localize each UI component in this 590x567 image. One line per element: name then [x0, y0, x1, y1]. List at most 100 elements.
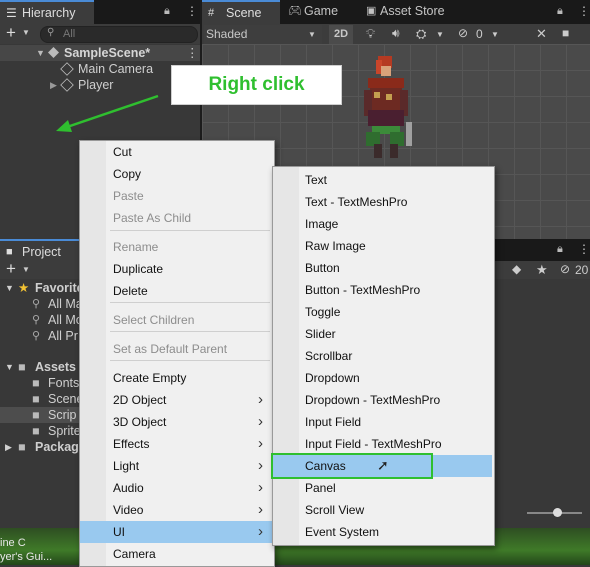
chevron-down-icon[interactable]: ▼ [22, 265, 30, 274]
context-menu-item[interactable]: Light › [80, 455, 272, 477]
lock-icon[interactable]: 🔒︎ [557, 5, 563, 18]
hierarchy-list-icon: ☰ [6, 6, 17, 20]
star-filter-icon[interactable]: ★ [536, 262, 548, 278]
slider-thumb[interactable] [553, 508, 562, 517]
folder-label: Fonts [48, 376, 80, 390]
ui-submenu-item[interactable]: Canvas [271, 453, 433, 479]
ui-submenu-item[interactable]: Dropdown - TextMeshPro [273, 389, 492, 411]
tab-label: Asset Store [380, 4, 445, 18]
hidden-packages-icon[interactable]: ⊘ [560, 262, 570, 276]
ui-submenu-item[interactable]: Text [273, 169, 492, 191]
shading-mode-dropdown[interactable]: Shaded ▼ [204, 25, 322, 44]
hierarchy-search-input[interactable]: ⚲ All [40, 26, 198, 43]
context-menu-item[interactable]: 3D Object › [80, 411, 272, 433]
menu-item-label: Panel [305, 481, 336, 495]
more-options-icon[interactable]: ⋮ [578, 242, 590, 256]
lock-icon[interactable]: 🔒︎ [164, 5, 170, 18]
ui-submenu: Text Text - TextMeshPro Image Raw Image Butt… [271, 166, 495, 546]
ui-submenu-item[interactable]: Text - TextMeshPro [273, 191, 492, 213]
ui-submenu-item[interactable]: Scrollbar [273, 345, 492, 367]
shading-mode-value: Shaded [206, 27, 248, 41]
ui-submenu-item[interactable]: Image [273, 213, 492, 235]
ui-submenu-item[interactable]: Button [273, 257, 492, 279]
audio-icon[interactable]: 🔊︎ [392, 26, 400, 41]
expand-arrow-icon: ▶ [5, 442, 12, 452]
menu-item-label: Dropdown [305, 371, 360, 385]
ui-submenu-item[interactable]: Raw Image [273, 235, 492, 257]
tab-asset-store[interactable]: ▣ Asset Store [360, 0, 460, 22]
menu-item-label: Text [305, 173, 328, 187]
more-options-icon[interactable]: ⋮ [578, 4, 590, 18]
hierarchy-item-player[interactable]: ▶ Player [0, 77, 200, 93]
player-sprite[interactable] [346, 52, 426, 162]
menu-item-label: Select Children [113, 313, 195, 327]
context-menu-item: Paste As Child [80, 207, 272, 229]
folder-icon: ■ [18, 440, 26, 454]
menu-item-label: Raw Image [305, 239, 366, 253]
chevron-down-icon[interactable]: ▼ [436, 30, 444, 39]
add-icon[interactable]: + [6, 23, 16, 43]
ui-submenu-item[interactable]: Input Field [273, 411, 492, 433]
context-menu: Cut Copy Paste Paste As Child Rename Duplicat… [79, 140, 275, 567]
folder-icon: ■ [32, 376, 40, 390]
star-icon: ★ [18, 281, 30, 295]
menu-item-label: Rename [113, 240, 159, 254]
ui-submenu-item[interactable]: Toggle [273, 301, 492, 323]
ui-submenu-item[interactable]: Button - TextMeshPro [273, 279, 492, 301]
tab-hierarchy[interactable]: ☰ Hierarchy [0, 0, 94, 24]
menu-item-label: Paste [113, 189, 144, 203]
ui-submenu-item[interactable]: Event System [273, 521, 492, 543]
menu-item-label: Duplicate [113, 262, 164, 276]
tab-game[interactable]: 🎮︎ Game [282, 0, 360, 22]
menu-item-label: Scroll View [305, 503, 365, 517]
hidden-objects-icon[interactable]: ⊘ [458, 26, 468, 40]
lock-icon[interactable]: 🔒︎ [557, 243, 563, 256]
ui-submenu-item[interactable]: Dropdown [273, 367, 492, 389]
context-menu-item[interactable]: Camera [80, 543, 272, 565]
chevron-down-icon[interactable]: ▼ [491, 30, 499, 39]
context-menu-item[interactable]: Cut [80, 141, 272, 163]
ui-submenu-item[interactable]: Slider [273, 323, 492, 345]
menu-item-label: Input Field - TextMeshPro [305, 437, 442, 451]
menu-item-label: Button [305, 261, 340, 275]
more-options-icon[interactable]: ⋮ [186, 4, 198, 18]
scene-row[interactable]: ▼ SampleScene* ⋮ [0, 45, 200, 61]
ui-submenu-item[interactable]: Scroll View [273, 499, 492, 521]
context-menu-item[interactable]: Create Empty [80, 367, 272, 389]
context-menu-item[interactable]: Duplicate [80, 258, 272, 280]
expand-arrow-icon: ▶ [50, 80, 57, 90]
mouse-cursor-icon: ➚ [377, 457, 389, 473]
context-menu-item[interactable]: Delete [80, 280, 272, 302]
folder-icon: ■ [32, 392, 40, 406]
label-filter-icon[interactable]: ◆ [512, 262, 521, 276]
folder-icon: ■ [18, 360, 26, 374]
chevron-down-icon[interactable]: ▼ [22, 28, 30, 37]
hierarchy-item-main-camera[interactable]: Main Camera [0, 61, 200, 77]
tab-scene[interactable]: # Scene [202, 0, 280, 24]
menu-item-label: 3D Object [113, 415, 167, 429]
ui-submenu-item[interactable]: Input Field - TextMeshPro [273, 433, 492, 455]
toggle-2d-button[interactable]: 2D [329, 25, 353, 44]
context-menu-item[interactable]: Audio › [80, 477, 272, 499]
effects-icon[interactable]: ⛭ [416, 26, 426, 42]
unity-scene-icon [48, 47, 59, 58]
submenu-arrow-icon: › [258, 413, 263, 430]
camera-icon[interactable]: ■ [562, 26, 569, 40]
menu-item-label: 2D Object [113, 393, 167, 407]
item-label: Player [78, 78, 114, 92]
context-menu-item[interactable]: UI › [80, 521, 272, 543]
scene-options-icon[interactable]: ⋮ [186, 45, 199, 61]
context-menu-item[interactable]: Effects › [80, 433, 272, 455]
tools-icon[interactable]: ✕ [536, 26, 547, 42]
context-menu-item[interactable]: Video › [80, 499, 272, 521]
submenu-arrow-icon: › [258, 479, 263, 496]
zoom-slider[interactable] [527, 508, 582, 517]
ui-submenu-item[interactable]: Panel [273, 477, 492, 499]
context-menu-item[interactable]: 2D Object › [80, 389, 272, 411]
chevron-down-icon: ▼ [308, 30, 316, 39]
menu-item-label: Paste As Child [113, 211, 192, 225]
add-icon[interactable]: + [6, 259, 16, 279]
context-menu-item[interactable]: Copy [80, 163, 272, 185]
lighting-icon[interactable]: 💡︎ [366, 26, 375, 42]
menu-item-label: Video [113, 503, 144, 517]
